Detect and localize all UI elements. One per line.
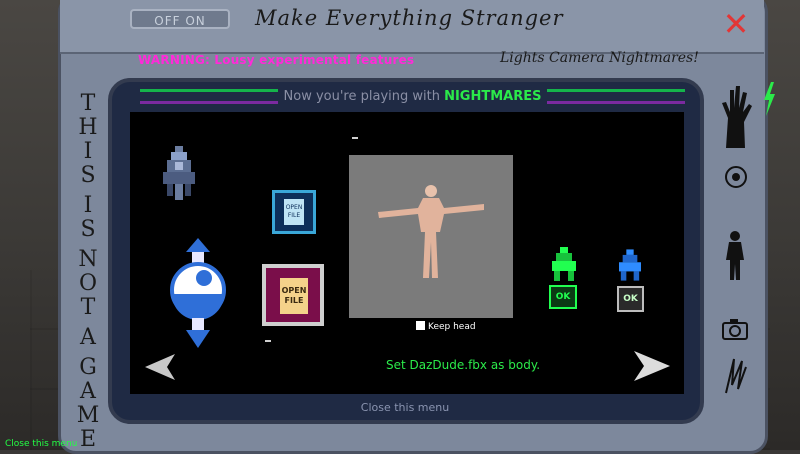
blue-ship-icon (619, 249, 641, 281)
target-icon[interactable] (724, 165, 748, 189)
ship-icon[interactable] (163, 146, 195, 200)
right-arrow-icon[interactable] (634, 349, 670, 383)
header-highlight: NIGHTMARES (444, 89, 542, 104)
keep-head-option[interactable]: Keep head (416, 321, 476, 332)
side-letter: T (80, 295, 96, 320)
side-letter: H (78, 115, 98, 140)
green-ship-icon (552, 247, 576, 281)
status-message: Set DazDude.fbx as body. (386, 358, 541, 372)
device-title: Make Everything Stranger (255, 6, 564, 30)
side-letter: A (80, 325, 96, 350)
open-file-icon-small: OPEN FILE (284, 199, 304, 225)
close-menu-link[interactable]: Close this menu (350, 401, 460, 414)
top-scribble: Lights Camera Nightmares! (500, 50, 699, 66)
hand-icon[interactable] (718, 78, 754, 148)
tick-mark (265, 340, 271, 342)
tick-mark (352, 137, 358, 139)
figure-icon[interactable] (722, 230, 748, 280)
screen-header: Now you're playing with NIGHTMARES (140, 87, 685, 107)
keep-head-label: Keep head (428, 322, 476, 332)
side-letter: I (83, 139, 93, 164)
side-letter: A (80, 379, 96, 404)
left-arrow-icon[interactable] (145, 352, 175, 382)
potion-icon[interactable] (166, 238, 230, 348)
lightning-icon (764, 82, 775, 116)
off-on-switch[interactable]: OFF ON (130, 9, 230, 29)
side-letter: M (76, 403, 100, 428)
warning-text: WARNING: Lousy experimental features (138, 53, 415, 67)
side-letter: O (78, 271, 98, 296)
ok-button-green[interactable]: OK (549, 285, 577, 309)
camera-icon[interactable] (722, 318, 748, 340)
open-file-icon-large: OPEN FILE (280, 278, 308, 314)
close-menu-footer[interactable]: Close this menu (5, 439, 77, 449)
side-letter: N (78, 247, 98, 272)
side-letter: I (83, 193, 93, 218)
keep-head-checkbox[interactable] (416, 321, 425, 330)
open-file-button-small[interactable]: OPEN FILE (272, 190, 316, 234)
scribble-icon (725, 358, 747, 394)
body-model-figure (378, 185, 484, 278)
side-letter: S (80, 217, 96, 242)
open-file-button-large[interactable]: OPEN FILE (262, 264, 324, 326)
side-letter: S (80, 163, 96, 188)
header-prefix: Now you're playing with (283, 89, 445, 104)
close-icon[interactable]: ✕ (722, 8, 750, 40)
side-scribble: THIS IS NOT A GAME (68, 92, 108, 452)
side-letter: G (79, 355, 97, 380)
ok-button-blue[interactable]: OK (617, 286, 644, 312)
side-letter: T (80, 91, 96, 116)
